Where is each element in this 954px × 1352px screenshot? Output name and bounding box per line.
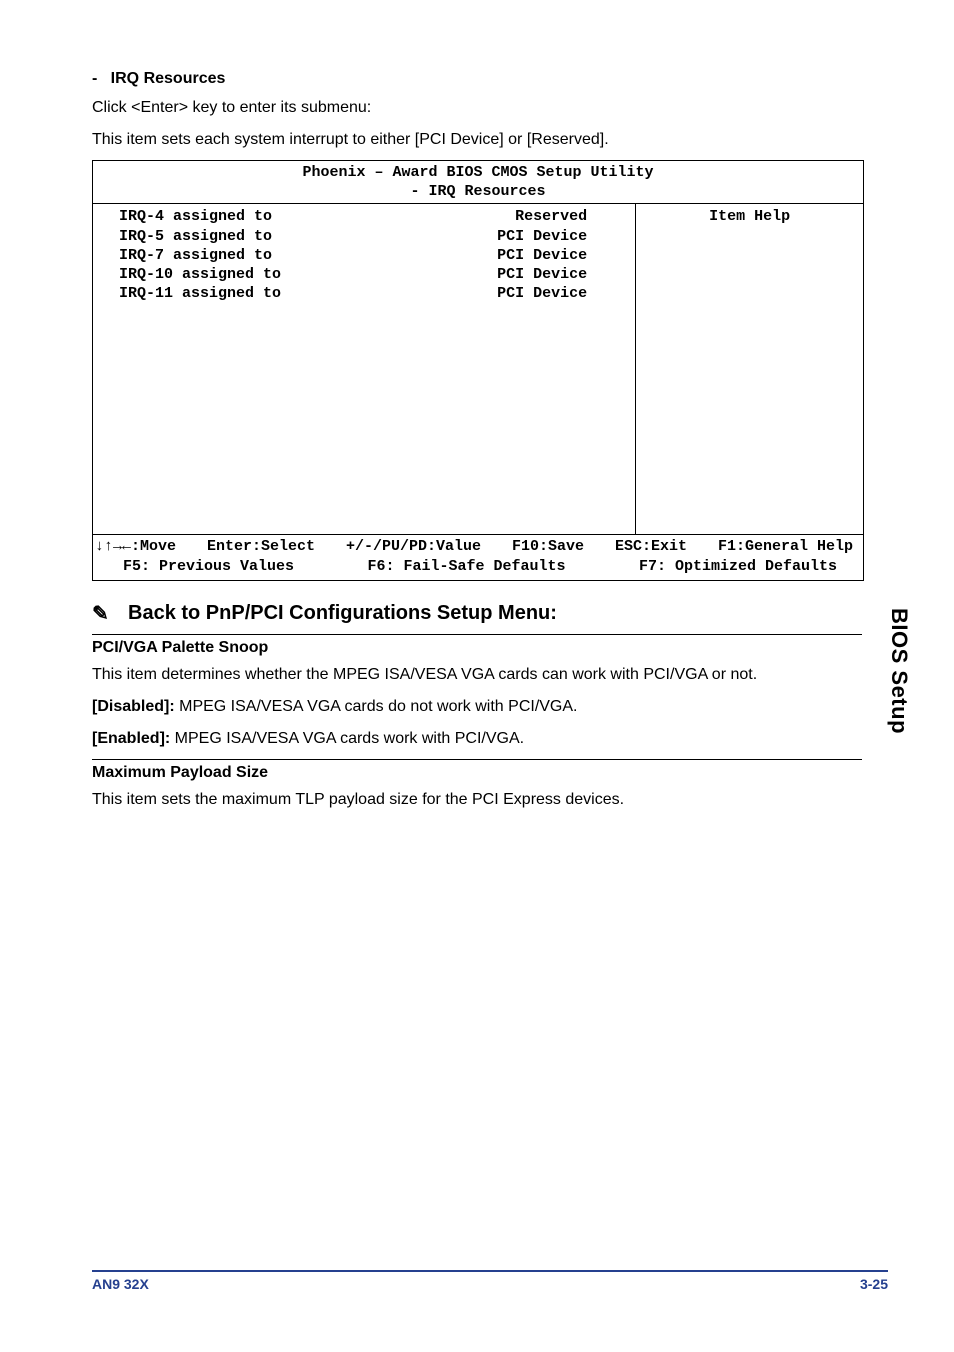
- bios-screen: Phoenix – Award BIOS CMOS Setup Utility …: [92, 160, 864, 581]
- irq-value: PCI Device: [497, 284, 587, 303]
- irq-value: PCI Device: [497, 227, 587, 246]
- table-row: IRQ-7 assigned to PCI Device: [119, 246, 627, 265]
- back-link-heading: ✎ Back to PnP/PCI Configurations Setup M…: [92, 601, 862, 626]
- disabled-text: MPEG ISA/VESA VGA cards do not work with…: [175, 698, 578, 715]
- irq-value: PCI Device: [497, 265, 587, 284]
- hand-icon: ✎: [92, 601, 114, 626]
- footer-left: AN9 32X: [92, 1276, 149, 1292]
- hint-move: ↓↑→←:Move: [95, 537, 176, 556]
- pci-snoop-para: This item determines whether the MPEG IS…: [92, 663, 862, 687]
- hint-help: F1:General Help: [718, 537, 853, 556]
- pci-snoop-enabled: [Enabled]: MPEG ISA/VESA VGA cards work …: [92, 727, 862, 751]
- intro-para-1: Click <Enter> key to enter its submenu:: [92, 96, 862, 120]
- help-label: Item Help: [709, 208, 790, 225]
- bios-subtitle: - IRQ Resources: [93, 182, 863, 203]
- hint-save: F10:Save: [512, 537, 584, 556]
- bullet: -: [92, 70, 97, 87]
- bios-help-pane: Item Help: [635, 204, 863, 534]
- irq-label: IRQ-5 assigned to: [119, 227, 272, 246]
- irq-label: IRQ-7 assigned to: [119, 246, 272, 265]
- hint-f7: F7: Optimized Defaults: [639, 557, 837, 576]
- back-link-text: Back to PnP/PCI Configurations Setup Men…: [128, 602, 557, 625]
- payload-para: This item sets the maximum TLP payload s…: [92, 788, 862, 812]
- footer-right: 3-25: [860, 1276, 888, 1292]
- intro-para-2: This item sets each system interrupt to …: [92, 128, 862, 152]
- bios-title: Phoenix – Award BIOS CMOS Setup Utility: [93, 161, 863, 182]
- bios-settings-pane: IRQ-4 assigned to Reserved IRQ-5 assigne…: [93, 204, 635, 534]
- enabled-label: [Enabled]:: [92, 730, 170, 747]
- hint-select: Enter:Select: [207, 537, 315, 556]
- heading-text: IRQ Resources: [111, 70, 226, 87]
- pci-snoop-heading: PCI/VGA Palette Snoop: [92, 634, 862, 657]
- disabled-label: [Disabled]:: [92, 698, 175, 715]
- table-row: IRQ-4 assigned to Reserved: [119, 207, 627, 226]
- irq-label: IRQ-4 assigned to: [119, 207, 272, 226]
- table-row: IRQ-5 assigned to PCI Device: [119, 227, 627, 246]
- hint-f6: F6: Fail-Safe Defaults: [367, 557, 565, 576]
- table-row: IRQ-10 assigned to PCI Device: [119, 265, 627, 284]
- section-heading: - IRQ Resources: [92, 70, 862, 88]
- page-footer: AN9 32X 3-25: [92, 1270, 888, 1292]
- hint-value: +/-/PU/PD:Value: [346, 537, 481, 556]
- bios-footer: ↓↑→←:Move Enter:Select +/-/PU/PD:Value F…: [93, 535, 863, 579]
- irq-label: IRQ-11 assigned to: [119, 284, 281, 303]
- table-row: IRQ-11 assigned to PCI Device: [119, 284, 627, 303]
- payload-heading: Maximum Payload Size: [92, 759, 862, 782]
- enabled-text: MPEG ISA/VESA VGA cards work with PCI/VG…: [170, 730, 524, 747]
- irq-label: IRQ-10 assigned to: [119, 265, 281, 284]
- pci-snoop-disabled: [Disabled]: MPEG ISA/VESA VGA cards do n…: [92, 695, 862, 719]
- sidebar-label: BIOS Setup: [886, 608, 912, 734]
- irq-value: PCI Device: [497, 246, 587, 265]
- hint-exit: ESC:Exit: [615, 537, 687, 556]
- hint-f5: F5: Previous Values: [123, 557, 294, 576]
- irq-value: Reserved: [515, 207, 587, 226]
